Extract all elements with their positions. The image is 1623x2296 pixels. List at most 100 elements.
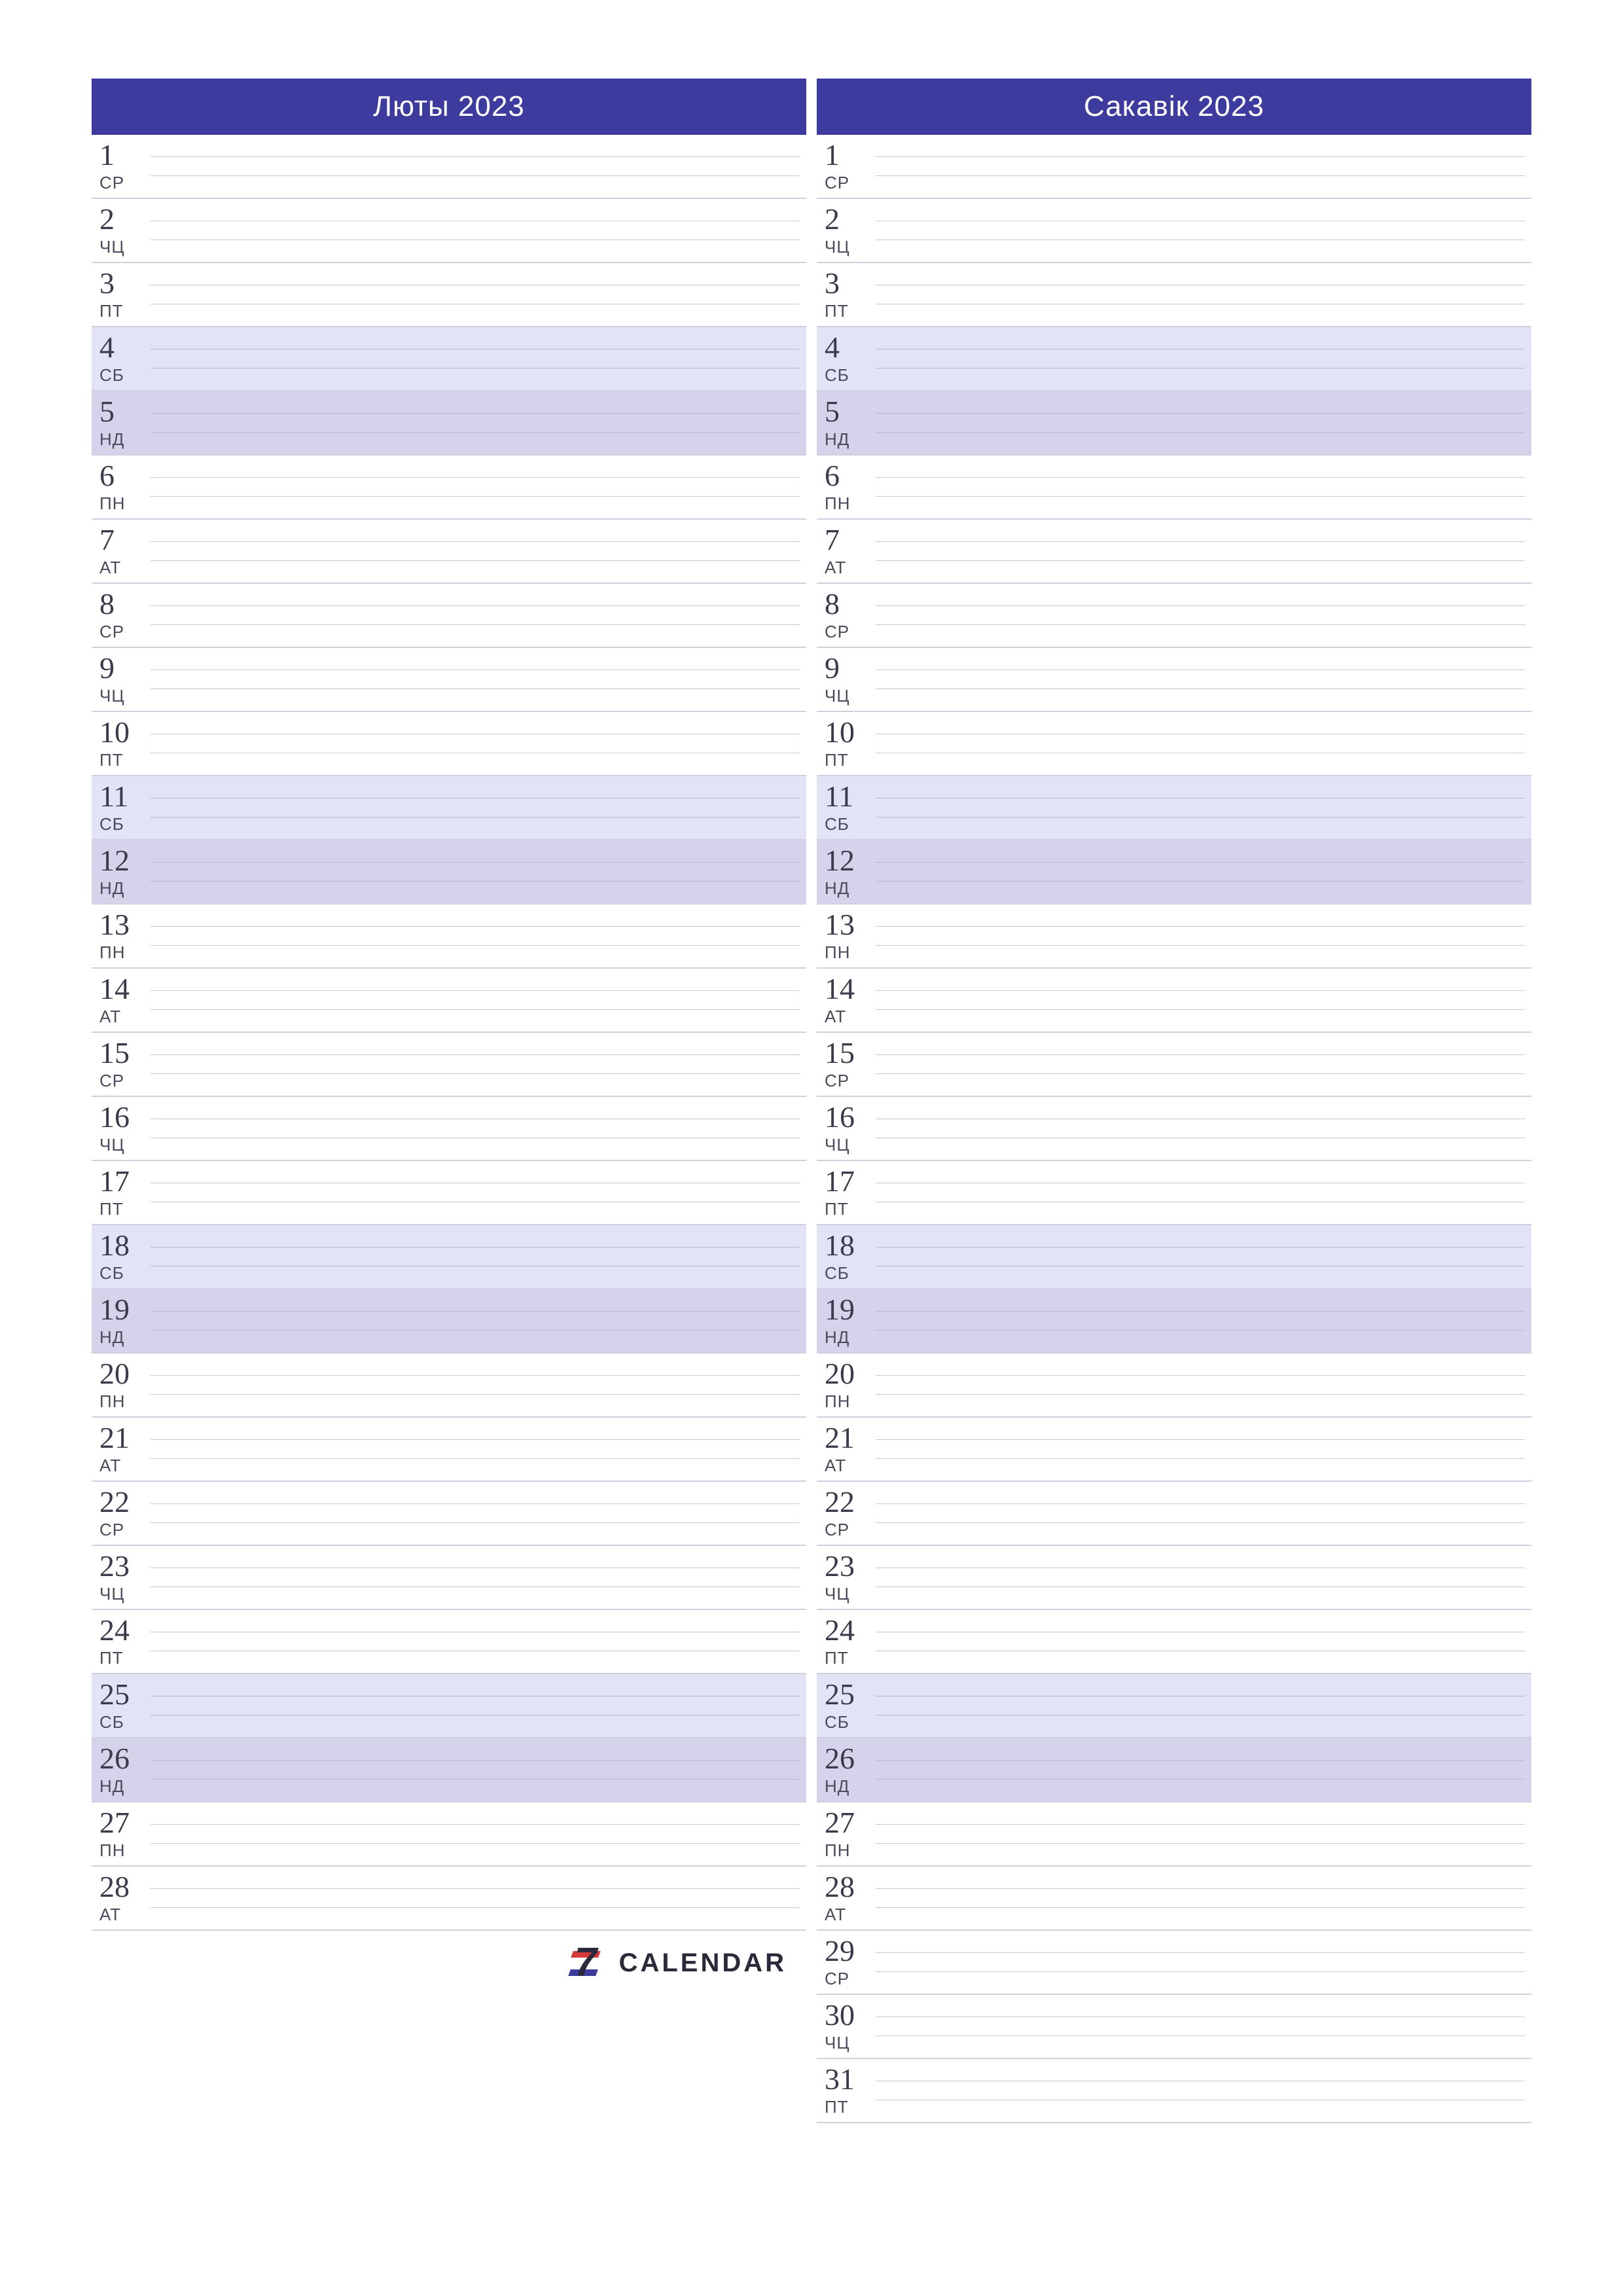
day-weekday: НД — [99, 1776, 151, 1797]
day-label: 19НД — [817, 1289, 876, 1352]
day-row: 25СБ — [817, 1674, 1531, 1738]
day-weekday: АТ — [99, 1007, 151, 1027]
day-row: 15СР — [817, 1033, 1531, 1097]
day-weekday: ПТ — [825, 1199, 876, 1219]
month-header: Люты 2023 — [92, 79, 806, 135]
day-row: 9ЧЦ — [817, 648, 1531, 712]
seven-icon: 7 — [571, 1943, 610, 1982]
day-label: 7АТ — [817, 520, 876, 583]
day-weekday: ПТ — [825, 2097, 876, 2117]
day-weekday: СБ — [99, 365, 151, 386]
day-row: 16ЧЦ — [817, 1097, 1531, 1161]
day-weekday: АТ — [99, 1456, 151, 1476]
day-weekday: ПТ — [99, 750, 151, 770]
day-label: 16ЧЦ — [817, 1097, 876, 1160]
day-notes — [151, 1289, 806, 1352]
day-notes — [876, 1289, 1531, 1352]
day-row: 5НД — [92, 391, 806, 456]
day-label: 22СР — [817, 1482, 876, 1545]
day-label: 12НД — [817, 840, 876, 903]
day-notes — [876, 263, 1531, 326]
day-weekday: ПН — [99, 493, 151, 514]
day-notes — [151, 905, 806, 967]
day-number: 4 — [99, 332, 151, 363]
day-row: 18СБ — [817, 1225, 1531, 1289]
day-row: 28АТ — [92, 1867, 806, 1931]
day-number: 11 — [825, 781, 876, 812]
month-column-march: Сакавік 2023 1СР2ЧЦ3ПТ4СБ5НД6ПН7АТ8СР9ЧЦ… — [817, 79, 1531, 2123]
day-number: 6 — [825, 461, 876, 491]
day-weekday: СР — [99, 622, 151, 642]
day-label: 26НД — [817, 1738, 876, 1801]
day-weekday: ПТ — [825, 1648, 876, 1668]
month-column-february: Люты 2023 1СР2ЧЦ3ПТ4СБ5НД6ПН7АТ8СР9ЧЦ10П… — [92, 79, 806, 2123]
day-weekday: АТ — [99, 1905, 151, 1925]
day-label: 27ПН — [92, 1803, 151, 1865]
day-number: 26 — [99, 1744, 151, 1774]
day-notes — [876, 520, 1531, 583]
day-row: 27ПН — [92, 1803, 806, 1867]
day-row: 7АТ — [92, 520, 806, 584]
day-label: 25СБ — [92, 1674, 151, 1737]
day-notes — [876, 1867, 1531, 1929]
day-row: 29СР — [817, 1931, 1531, 1995]
day-row: 23ЧЦ — [817, 1546, 1531, 1610]
day-row: 3ПТ — [817, 263, 1531, 327]
day-label: 2ЧЦ — [817, 199, 876, 262]
day-number: 14 — [825, 974, 876, 1004]
day-weekday: ЧЦ — [825, 237, 876, 257]
day-notes — [151, 1225, 806, 1288]
day-notes — [151, 1867, 806, 1929]
day-row: 7АТ — [817, 520, 1531, 584]
day-label: 13ПН — [92, 905, 151, 967]
day-number: 28 — [825, 1872, 876, 1902]
day-number: 8 — [99, 589, 151, 619]
days-list: 1СР2ЧЦ3ПТ4СБ5НД6ПН7АТ8СР9ЧЦ10ПТ11СБ12НД1… — [817, 135, 1531, 2123]
day-notes — [876, 1482, 1531, 1545]
day-weekday: СБ — [825, 814, 876, 834]
day-row: 11СБ — [92, 776, 806, 840]
day-row: 1СР — [817, 135, 1531, 199]
day-weekday: СР — [99, 1071, 151, 1091]
day-row: 9ЧЦ — [92, 648, 806, 712]
day-weekday: СБ — [825, 1712, 876, 1732]
day-notes — [876, 1418, 1531, 1480]
day-weekday: СБ — [99, 814, 151, 834]
day-weekday: ПН — [825, 1391, 876, 1412]
day-number: 22 — [825, 1487, 876, 1517]
day-label: 11СБ — [817, 776, 876, 839]
day-number: 19 — [99, 1295, 151, 1325]
day-row: 8 СР — [92, 584, 806, 648]
day-label: 31ПТ — [817, 2059, 876, 2122]
day-notes — [876, 776, 1531, 839]
day-label: 25СБ — [817, 1674, 876, 1737]
day-number: 3 — [99, 268, 151, 298]
day-row: 19НД — [92, 1289, 806, 1354]
day-number: 5 — [99, 397, 151, 427]
day-row: 10ПТ — [92, 712, 806, 776]
day-weekday: СБ — [825, 1263, 876, 1283]
day-weekday: ЧЦ — [99, 1135, 151, 1155]
day-weekday: СБ — [99, 1712, 151, 1732]
day-weekday: АТ — [825, 1905, 876, 1925]
day-weekday: НД — [825, 878, 876, 899]
day-label: 14 АТ — [92, 969, 151, 1031]
day-number: 3 — [825, 268, 876, 298]
day-notes — [151, 1546, 806, 1609]
day-weekday: ЧЦ — [825, 1584, 876, 1604]
day-number: 16 — [99, 1102, 151, 1132]
day-weekday: НД — [825, 1327, 876, 1348]
day-notes — [876, 1610, 1531, 1673]
day-row: 14 АТ — [92, 969, 806, 1033]
day-number: 14 — [99, 974, 151, 1004]
day-notes — [876, 1546, 1531, 1609]
day-row: 23ЧЦ — [92, 1546, 806, 1610]
day-weekday: ПН — [99, 1840, 151, 1861]
day-row: 18СБ — [92, 1225, 806, 1289]
day-weekday: ПН — [825, 493, 876, 514]
day-notes — [151, 199, 806, 262]
day-weekday: АТ — [825, 1456, 876, 1476]
day-label: 24ПТ — [92, 1610, 151, 1673]
day-weekday: ЧЦ — [99, 686, 151, 706]
day-label: 28 АТ — [817, 1867, 876, 1929]
